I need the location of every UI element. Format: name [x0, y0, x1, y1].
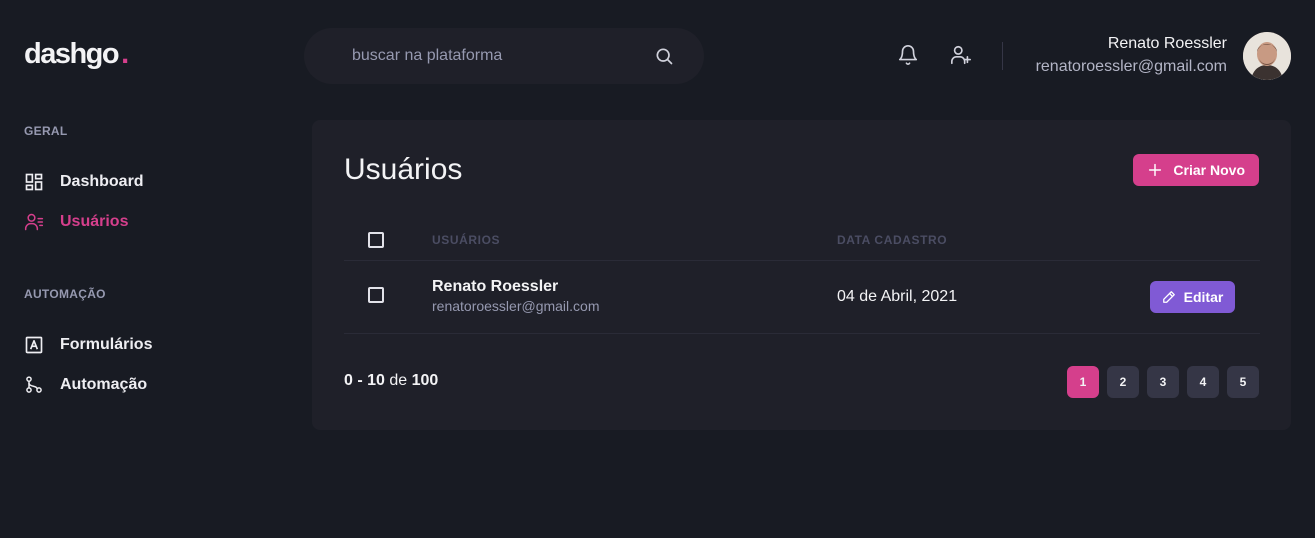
header-actions	[897, 44, 972, 66]
range-end: 10	[367, 372, 385, 389]
create-user-label: Criar Novo	[1173, 162, 1245, 178]
sidebar-item-label: Formulários	[60, 336, 153, 353]
page-button-3[interactable]: 3	[1147, 366, 1179, 398]
row-user-email: renatoroessler@gmail.com	[432, 298, 600, 314]
search-bar[interactable]	[304, 28, 704, 84]
profile-info: Renato Roessler renatoroessler@gmail.com	[1036, 34, 1227, 77]
page-button-4[interactable]: 4	[1187, 366, 1219, 398]
pencil-icon	[1162, 290, 1176, 304]
column-header-data-cadastro: DATA CADASTRO	[837, 233, 948, 247]
row-user-name: Renato Roessler	[432, 278, 559, 295]
dashboard-icon	[24, 172, 44, 192]
page-button-5[interactable]: 5	[1227, 366, 1259, 398]
form-icon	[24, 335, 44, 355]
user-add-icon[interactable]	[950, 44, 972, 66]
range-separator: -	[352, 372, 368, 389]
create-user-button[interactable]: Criar Novo	[1133, 154, 1259, 186]
bell-icon[interactable]	[897, 44, 919, 66]
header-divider	[1002, 42, 1003, 70]
sidebar-item-label: Dashboard	[60, 173, 144, 190]
app: dashgo. Renato Roessler renatoroessler@g…	[0, 0, 1315, 538]
sidebar-item-formularios[interactable]: Formulários	[24, 335, 152, 355]
page-title: Usuários	[344, 153, 463, 186]
select-all-checkbox[interactable]	[368, 232, 384, 248]
git-merge-icon	[24, 375, 44, 395]
row-checkbox[interactable]	[368, 287, 384, 303]
plus-icon	[1147, 162, 1163, 178]
sidebar-item-label: Automação	[60, 376, 148, 393]
column-header-usuarios: USUÁRIOS	[432, 233, 501, 247]
search-icon[interactable]	[654, 46, 674, 66]
pagination: 1 2 3 4 5	[1067, 366, 1259, 398]
sidebar-item-label: Usuários	[60, 213, 129, 230]
range-total: 100	[411, 372, 439, 389]
avatar[interactable]	[1243, 32, 1291, 80]
profile-email: renatoroessler@gmail.com	[1035, 58, 1227, 75]
table-divider	[344, 260, 1260, 261]
page-button-2[interactable]: 2	[1107, 366, 1139, 398]
pagination-range: 0 - 10 de 100	[344, 372, 438, 390]
logo: dashgo.	[24, 38, 129, 71]
sidebar-item-usuarios[interactable]: Usuários	[24, 212, 128, 232]
sidebar-section-geral: GERAL	[24, 124, 68, 138]
sidebar-section-automacao: AUTOMAÇÃO	[24, 287, 106, 301]
sidebar-item-automacao[interactable]: Automação	[24, 375, 147, 395]
users-card: Usuários Criar Novo USUÁRIOS DATA CADAST…	[312, 120, 1291, 430]
search-input[interactable]	[352, 47, 654, 65]
edit-label: Editar	[1183, 289, 1224, 305]
edit-button[interactable]: Editar	[1150, 281, 1235, 313]
sidebar-item-dashboard[interactable]: Dashboard	[24, 172, 144, 192]
table-divider	[344, 333, 1260, 334]
profile-name: Renato Roessler	[1107, 35, 1227, 52]
page-button-1[interactable]: 1	[1067, 366, 1099, 398]
range-of-label: de	[384, 372, 412, 389]
range-start: 0	[344, 372, 353, 389]
logo-dot: .	[121, 38, 129, 70]
row-register-date: 04 de Abril, 2021	[837, 288, 958, 305]
users-icon	[24, 212, 44, 232]
logo-text: dashgo	[24, 38, 120, 70]
